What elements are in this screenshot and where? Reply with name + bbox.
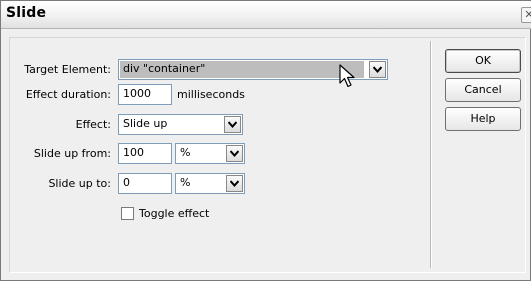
vertical-divider bbox=[430, 41, 432, 268]
chevron-down-icon bbox=[373, 66, 382, 73]
target-element-label: Target Element: bbox=[24, 63, 111, 76]
effect-select[interactable]: Slide up bbox=[118, 114, 243, 135]
toggle-effect-label: Toggle effect bbox=[139, 207, 210, 220]
target-element-value: div "container" bbox=[123, 62, 206, 75]
effect-duration-input[interactable]: 1000 bbox=[118, 84, 172, 105]
effect-value: Slide up bbox=[123, 117, 168, 130]
slide-to-label: Slide up to: bbox=[48, 177, 111, 190]
cancel-button[interactable]: Cancel bbox=[445, 78, 521, 102]
toggle-effect-checkbox[interactable] bbox=[121, 207, 134, 220]
title-bar: Slide ✕ bbox=[1, 1, 531, 29]
slide-dialog: Slide ✕ Target Element: div "container" … bbox=[0, 0, 531, 281]
mouse-pointer-icon bbox=[339, 64, 355, 88]
chevron-down-icon bbox=[230, 150, 239, 157]
slide-from-unit-dropdown-button[interactable] bbox=[226, 145, 243, 162]
slide-from-unit-value: % bbox=[180, 146, 191, 159]
slide-from-unit-select[interactable]: % bbox=[175, 143, 245, 164]
close-icon[interactable]: ✕ bbox=[521, 7, 531, 23]
effect-duration-unit: milliseconds bbox=[177, 88, 245, 101]
effect-duration-label: Effect duration: bbox=[25, 88, 111, 101]
target-element-dropdown-button[interactable] bbox=[369, 61, 386, 78]
chevron-down-icon bbox=[230, 180, 239, 187]
slide-to-unit-value: % bbox=[180, 176, 191, 189]
help-button[interactable]: Help bbox=[445, 107, 521, 131]
ok-button[interactable]: OK bbox=[445, 49, 521, 73]
dialog-title: Slide bbox=[6, 5, 47, 21]
slide-to-input[interactable]: 0 bbox=[118, 173, 172, 194]
slide-to-unit-dropdown-button[interactable] bbox=[226, 175, 243, 192]
effect-dropdown-button[interactable] bbox=[224, 116, 241, 133]
slide-from-input[interactable]: 100 bbox=[118, 143, 172, 164]
slide-to-unit-select[interactable]: % bbox=[175, 173, 245, 194]
chevron-down-icon bbox=[228, 121, 237, 128]
slide-from-label: Slide up from: bbox=[33, 147, 111, 160]
effect-label: Effect: bbox=[75, 118, 111, 131]
